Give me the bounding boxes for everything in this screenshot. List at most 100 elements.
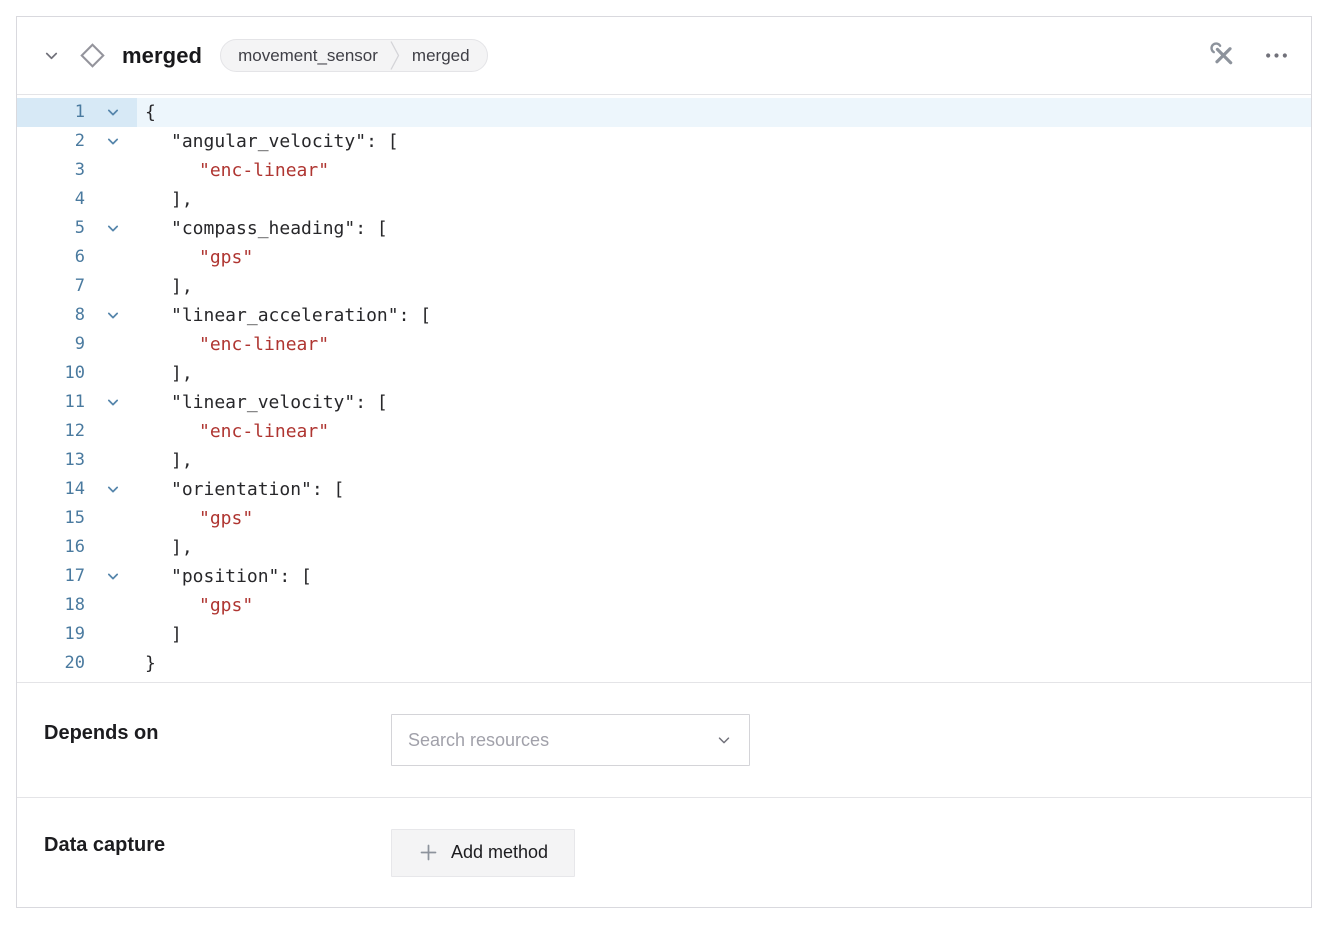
code-text: "enc-linear"	[137, 156, 329, 185]
line-gutter: 11	[17, 388, 137, 417]
code-text: "gps"	[137, 504, 253, 533]
fold-spacer	[107, 649, 137, 678]
line-number: 16	[17, 533, 107, 562]
line-gutter: 1	[17, 98, 137, 127]
resource-card: merged movement_sensor merged	[16, 16, 1312, 908]
more-menu-button[interactable]	[1264, 43, 1289, 68]
code-text: "enc-linear"	[137, 417, 329, 446]
code-line-4[interactable]: 4],	[17, 185, 1311, 214]
line-gutter: 16	[17, 533, 137, 562]
fold-chevron-icon[interactable]	[107, 214, 137, 243]
code-text: "orientation": [	[137, 475, 344, 504]
add-method-label: Add method	[451, 842, 548, 863]
line-number: 7	[17, 272, 107, 301]
line-gutter: 12	[17, 417, 137, 446]
fold-chevron-icon[interactable]	[107, 388, 137, 417]
code-line-8[interactable]: 8 "linear_acceleration": [	[17, 301, 1311, 330]
chevron-down-icon	[715, 731, 733, 749]
line-number: 1	[17, 98, 107, 127]
plus-icon	[418, 842, 439, 863]
line-number: 18	[17, 591, 107, 620]
json-editor[interactable]: 1{2"angular_velocity": [3"enc-linear"4],…	[17, 95, 1311, 683]
fold-spacer	[107, 185, 137, 214]
code-text: "linear_acceleration": [	[137, 301, 431, 330]
line-number: 3	[17, 156, 107, 185]
code-text: {	[137, 98, 156, 127]
fold-chevron-icon[interactable]	[107, 475, 137, 504]
code-line-20[interactable]: 20}	[17, 649, 1311, 678]
code-line-18[interactable]: 18 "gps"	[17, 591, 1311, 620]
code-line-16[interactable]: 16],	[17, 533, 1311, 562]
line-number: 12	[17, 417, 107, 446]
breadcrumb-model: merged	[412, 46, 470, 66]
resource-title: merged	[122, 43, 202, 69]
data-capture-label: Data capture	[44, 834, 391, 857]
fold-spacer	[107, 620, 137, 649]
code-line-17[interactable]: 17"position": [	[17, 562, 1311, 591]
code-text: ],	[137, 272, 193, 301]
code-line-7[interactable]: 7],	[17, 272, 1311, 301]
fold-chevron-icon[interactable]	[107, 127, 137, 156]
code-line-12[interactable]: 12 "enc-linear"	[17, 417, 1311, 446]
line-gutter: 17	[17, 562, 137, 591]
ellipsis-icon	[1264, 43, 1289, 68]
code-text: "gps"	[137, 591, 253, 620]
code-line-14[interactable]: 14 "orientation": [	[17, 475, 1311, 504]
add-method-button[interactable]: Add method	[391, 829, 575, 877]
line-gutter: 4	[17, 185, 137, 214]
code-line-11[interactable]: 11 "linear_velocity": [	[17, 388, 1311, 417]
line-gutter: 10	[17, 359, 137, 388]
fold-chevron-icon[interactable]	[107, 98, 137, 127]
fold-spacer	[107, 417, 137, 446]
line-gutter: 6	[17, 243, 137, 272]
fold-spacer	[107, 533, 137, 562]
line-gutter: 8	[17, 301, 137, 330]
code-line-1[interactable]: 1{	[17, 98, 1311, 127]
line-number: 9	[17, 330, 107, 359]
line-number: 5	[17, 214, 107, 243]
depends-on-select[interactable]: Search resources	[391, 714, 750, 766]
code-text: ],	[137, 446, 193, 475]
line-number: 8	[17, 301, 107, 330]
code-lines: 1{2"angular_velocity": [3"enc-linear"4],…	[17, 98, 1311, 678]
code-line-19[interactable]: 19]	[17, 620, 1311, 649]
code-text: "linear_velocity": [	[137, 388, 388, 417]
line-gutter: 20	[17, 649, 137, 678]
code-line-6[interactable]: 6"gps"	[17, 243, 1311, 272]
collapse-button[interactable]	[42, 46, 61, 65]
code-line-15[interactable]: 15 "gps"	[17, 504, 1311, 533]
line-gutter: 18	[17, 591, 137, 620]
code-line-10[interactable]: 10],	[17, 359, 1311, 388]
line-gutter: 7	[17, 272, 137, 301]
fold-chevron-icon[interactable]	[107, 301, 137, 330]
fold-spacer	[107, 504, 137, 533]
line-gutter: 19	[17, 620, 137, 649]
depends-on-section: Depends on Search resources	[17, 683, 1311, 797]
line-number: 15	[17, 504, 107, 533]
line-gutter: 13	[17, 446, 137, 475]
code-line-2[interactable]: 2"angular_velocity": [	[17, 127, 1311, 156]
code-line-13[interactable]: 13],	[17, 446, 1311, 475]
code-line-3[interactable]: 3 "enc-linear"	[17, 156, 1311, 185]
code-line-9[interactable]: 9"enc-linear"	[17, 330, 1311, 359]
breadcrumb-separator-icon	[390, 40, 400, 71]
line-number: 11	[17, 388, 107, 417]
line-number: 4	[17, 185, 107, 214]
code-text: ],	[137, 185, 193, 214]
data-capture-section: Data capture Add method	[17, 797, 1311, 907]
fold-spacer	[107, 243, 137, 272]
line-gutter: 2	[17, 127, 137, 156]
breadcrumb-type: movement_sensor	[238, 46, 378, 66]
tools-button[interactable]	[1210, 42, 1237, 69]
code-text: "position": [	[137, 562, 312, 591]
card-header: merged movement_sensor merged	[17, 17, 1311, 95]
fold-spacer	[107, 359, 137, 388]
fold-chevron-icon[interactable]	[107, 562, 137, 591]
code-text: }	[137, 649, 156, 678]
fold-spacer	[107, 330, 137, 359]
line-number: 14	[17, 475, 107, 504]
code-line-5[interactable]: 5 "compass_heading": [	[17, 214, 1311, 243]
code-text: ],	[137, 359, 193, 388]
code-text: "compass_heading": [	[137, 214, 388, 243]
fold-spacer	[107, 446, 137, 475]
